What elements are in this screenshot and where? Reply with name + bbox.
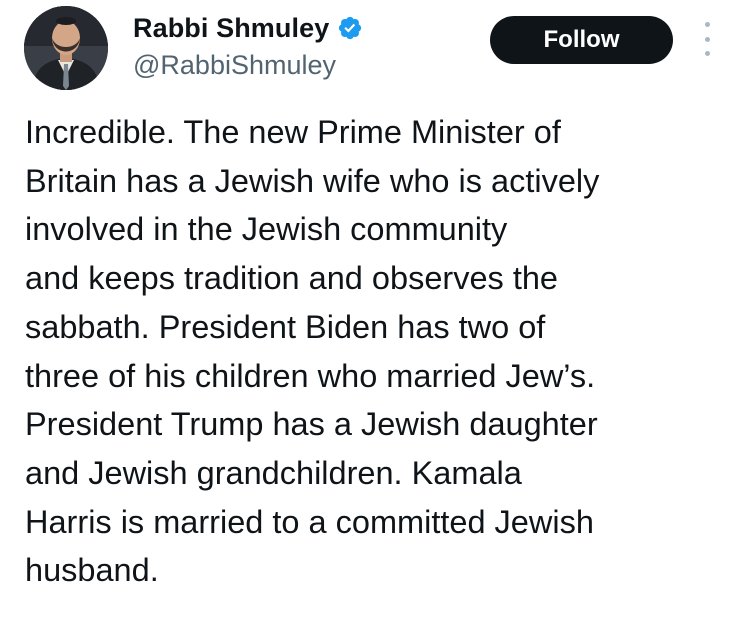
avatar[interactable] <box>24 6 108 90</box>
tweet-card: Rabbi Shmuley @RabbiShmuley Follow Incre… <box>0 0 747 627</box>
display-name[interactable]: Rabbi Shmuley <box>133 13 329 44</box>
more-dot <box>704 51 710 56</box>
tweet-text-line: Harris is married to a committed Jewish <box>25 503 594 540</box>
avatar-photo <box>24 6 108 90</box>
tweet-text-line: husband. <box>25 552 159 589</box>
tweet-text-line: President Trump has a Jewish daughter <box>25 406 598 443</box>
verified-badge-icon[interactable] <box>337 15 363 41</box>
tweet-text-line: Incredible. The new Prime Minister of <box>25 114 561 150</box>
tweet-text-line: and Jewish grandchildren. Kamala <box>25 454 522 491</box>
author-block: Rabbi Shmuley @RabbiShmuley <box>133 10 363 82</box>
tweet-text-line: sabbath. President Biden has two of <box>25 308 546 345</box>
more-dot <box>704 36 710 42</box>
follow-button[interactable]: Follow <box>490 16 673 64</box>
more-dot <box>704 22 710 27</box>
tweet-text-line: three of his children who married Jew’s. <box>25 357 596 394</box>
tweet-text: Incredible. The new Prime Minister of Br… <box>25 108 725 595</box>
more-options-icon[interactable] <box>697 22 717 56</box>
author-name-row: Rabbi Shmuley <box>133 10 363 46</box>
tweet-text-line: Britain has a Jewish wife who is activel… <box>25 162 600 199</box>
tweet-text-line: involved in the Jewish community <box>25 211 508 248</box>
tweet-text-line: and keeps tradition and observes the <box>25 260 558 297</box>
author-handle[interactable]: @RabbiShmuley <box>133 48 363 82</box>
